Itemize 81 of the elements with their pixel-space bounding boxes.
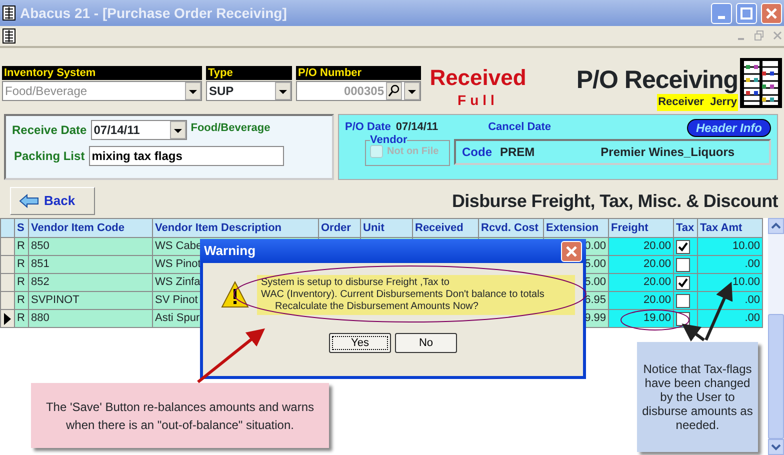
search-button[interactable]: [386, 82, 402, 100]
checkbox[interactable]: [676, 258, 690, 272]
receive-date-label: Receive Date: [12, 122, 87, 139]
callout-note: The 'Save' Button re-balances amounts and warns when there is an "out-of-balance" situation.: [31, 383, 329, 448]
dialog-button[interactable]: No: [395, 333, 457, 353]
dropdown-button[interactable]: [275, 82, 291, 100]
table-cell: 20.00: [608, 256, 674, 274]
search-icon: [387, 84, 401, 98]
pointer-arrow: [197, 328, 266, 384]
column-header: Order: [318, 218, 360, 238]
dialog-message: System is setup to disburse Freight ,Tax to WAC (Inventory). Current Disbursements Don't balance to totals Recalculate the Disbursement Amounts Now?: [257, 275, 575, 315]
column-header: Received: [412, 218, 478, 238]
table-cell: 850: [28, 238, 152, 256]
scroll-up-button[interactable]: [768, 218, 784, 234]
table-cell: 851: [28, 256, 152, 274]
close-icon: [765, 6, 778, 20]
checkbox[interactable]: [676, 240, 690, 254]
section-title: Disburse Freight, Tax, Misc. & Discount: [452, 190, 778, 213]
vendor-name: Premier Wines_Liquors: [600, 144, 735, 161]
inventory-system-text: Food/Beverage: [190, 121, 270, 136]
inventory-system-combo[interactable]: Food/Beverage: [2, 81, 202, 101]
maximize-button[interactable]: [736, 2, 757, 24]
column-header: Tax Amt: [698, 218, 762, 238]
column-header: Vendor Item Code: [28, 218, 152, 238]
checkbox[interactable]: [676, 276, 690, 290]
table-cell: 880: [28, 310, 152, 328]
cancel-date-label: Cancel Date: [488, 120, 552, 135]
column-header: Extension: [544, 218, 608, 238]
callout-note: Notice that Tax-flags have been changed by the User to disburse amounts as needed.: [637, 342, 758, 452]
table-cell: .00: [698, 256, 762, 274]
header-info-button[interactable]: Header Info: [686, 119, 771, 137]
dropdown-button[interactable]: [185, 82, 201, 100]
dialog-button[interactable]: Yes: [329, 333, 391, 353]
table-cell: 20.00: [608, 292, 674, 310]
column-header: Freight: [608, 218, 674, 238]
dropdown-button[interactable]: [404, 82, 420, 100]
po-date-value: 07/14/11: [396, 120, 438, 135]
minimize-button[interactable]: [711, 2, 732, 24]
left-arrow-icon: [19, 194, 39, 208]
code-value: PREM: [500, 144, 535, 161]
po-date-label: P/O Date: [345, 120, 391, 135]
close-button[interactable]: [561, 240, 582, 262]
column-header: Rcvd. Cost: [478, 218, 544, 238]
column-header: Tax: [674, 218, 698, 238]
table-cell: 10.00: [698, 238, 762, 256]
type-label: Type: [206, 66, 292, 80]
type-combo[interactable]: SUP: [206, 81, 292, 101]
abacus-logo-icon: [740, 58, 782, 108]
status-detail-text: Full: [458, 91, 498, 110]
column-header: S: [14, 218, 28, 238]
packing-list-field[interactable]: mixing tax flags: [88, 146, 284, 166]
highlight-ellipse: [620, 310, 690, 330]
inventory-system-label: Inventory System: [2, 66, 202, 80]
back-button[interactable]: Back: [10, 187, 95, 215]
receive-date-field[interactable]: 07/14/11: [90, 120, 187, 140]
code-label: Code: [462, 144, 492, 161]
screen-title: P/O Receiving: [576, 66, 738, 94]
minimize-icon: [718, 16, 725, 18]
warning-icon: [221, 281, 249, 309]
dropdown-button[interactable]: [170, 121, 186, 139]
column-header: Vendor Item Description: [152, 218, 318, 238]
packing-list-label: Packing List: [14, 148, 85, 165]
not-on-file-label: Not on File: [387, 145, 439, 159]
receiver-label: Receiver Jerry: [657, 94, 738, 110]
checkbox[interactable]: [676, 294, 690, 308]
status-text: Received: [430, 66, 526, 90]
vendor-group-label: Vendor: [370, 134, 408, 146]
column-header: Unit: [360, 218, 412, 238]
scroll-down-button[interactable]: [768, 439, 784, 455]
table-cell: 20.00: [608, 238, 674, 256]
table-cell: SVPINOT: [28, 292, 152, 310]
maximize-icon: [740, 6, 753, 20]
table-cell: 852: [28, 274, 152, 292]
table-cell: 20.00: [608, 274, 674, 292]
document-menu-icon[interactable]: [2, 28, 16, 44]
app-icon[interactable]: [2, 5, 16, 21]
window-title: Abacus 21 - [Purchase Order Receiving]: [20, 4, 287, 23]
scroll-thumb[interactable]: [768, 314, 784, 439]
po-number-label: P/O Number: [296, 66, 421, 80]
close-button[interactable]: [761, 2, 782, 24]
close-icon: [565, 244, 578, 258]
